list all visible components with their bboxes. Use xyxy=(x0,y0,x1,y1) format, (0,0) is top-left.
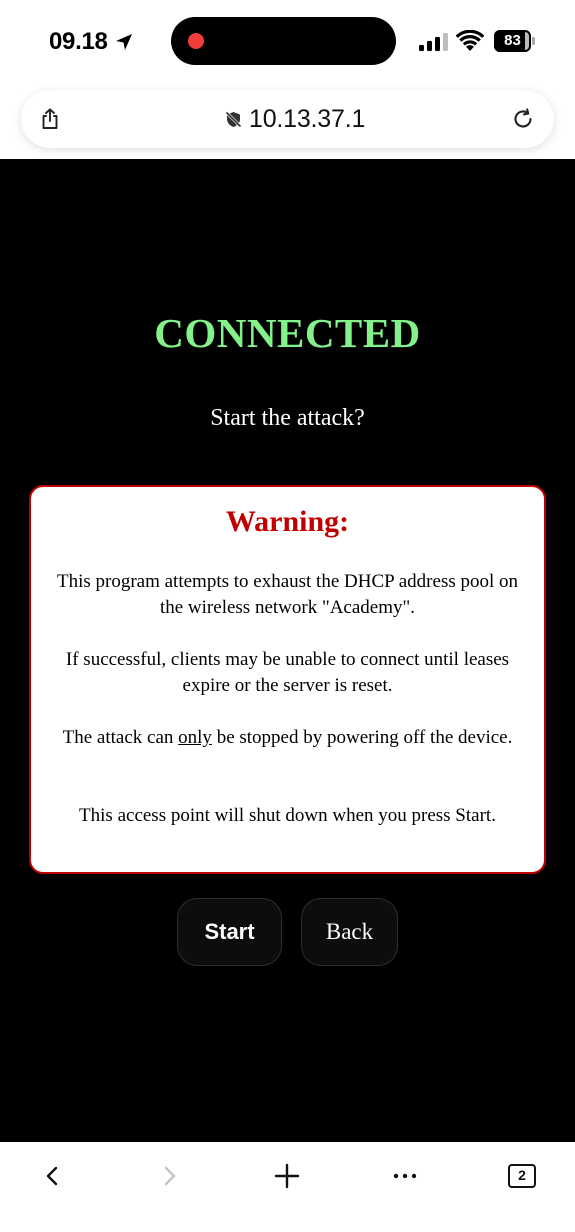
wifi-icon xyxy=(456,30,484,51)
warning-paragraph: This program attempts to exhaust the DHC… xyxy=(56,571,519,618)
share-icon[interactable] xyxy=(38,107,62,131)
warning-paragraph: If successful, clients may be unable to … xyxy=(65,649,510,696)
plus-icon[interactable] xyxy=(273,1162,301,1190)
status-time: 09.18 xyxy=(49,28,108,55)
battery-indicator: 83 xyxy=(494,30,536,52)
back-button[interactable]: Back xyxy=(301,898,398,966)
warning-paragraph: The attack can only be stopped by poweri… xyxy=(62,727,513,748)
warning-title: Warning: xyxy=(225,505,350,538)
chevron-left-icon[interactable] xyxy=(38,1162,66,1190)
reload-icon[interactable] xyxy=(511,107,535,131)
status-bar: 09.18 83 xyxy=(0,0,575,84)
start-button[interactable]: Start xyxy=(177,898,282,966)
emphasis-text: only xyxy=(178,727,212,748)
tabs-icon[interactable]: 2 xyxy=(508,1164,536,1188)
page-subtitle: Start the attack? xyxy=(210,405,365,431)
page-title: CONNECTED xyxy=(154,310,421,356)
web-content: CONNECTED Start the attack? Warning: Thi… xyxy=(0,159,575,1142)
dynamic-island xyxy=(171,17,396,65)
address-bar[interactable]: 10.13.37.1 xyxy=(21,90,554,148)
recording-indicator-icon xyxy=(188,33,204,49)
warning-paragraph: This access point will shut down when yo… xyxy=(79,805,496,826)
chevron-right-icon[interactable] xyxy=(156,1162,184,1190)
browser-toolbar: 2 xyxy=(0,1142,575,1232)
ellipsis-icon[interactable] xyxy=(391,1162,419,1190)
battery-percent: 83 xyxy=(504,32,521,49)
not-secure-icon xyxy=(225,111,242,128)
cellular-signal-icon xyxy=(419,33,448,51)
url-text[interactable]: 10.13.37.1 xyxy=(249,105,365,134)
location-arrow-icon xyxy=(116,34,132,50)
warning-box: Warning: This program attempts to exhaus… xyxy=(29,485,546,874)
